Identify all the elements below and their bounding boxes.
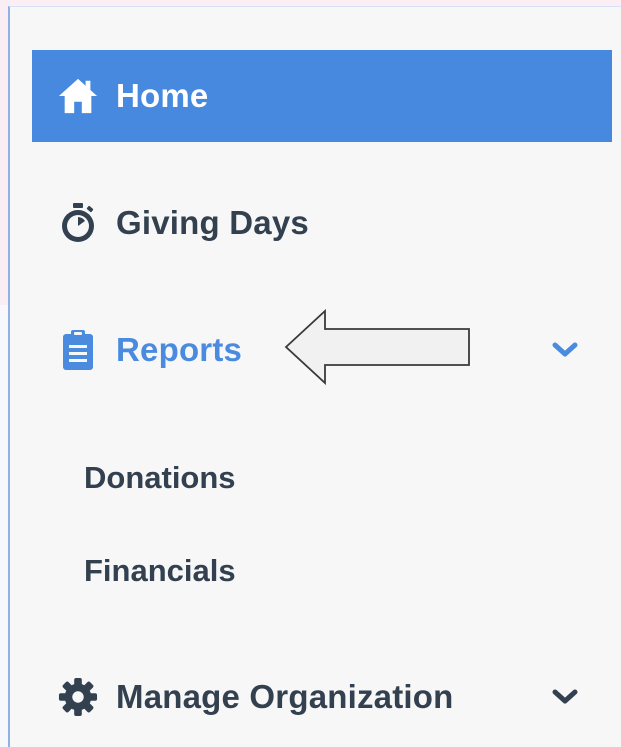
sidebar-subitem-donations[interactable]: Donations xyxy=(84,448,236,508)
home-icon xyxy=(58,76,98,116)
clipboard-icon xyxy=(58,330,98,370)
sidebar-item-label: Giving Days xyxy=(116,204,309,241)
sidebar-item-label: Reports xyxy=(116,331,243,368)
sidebar-item-label: Manage Organization xyxy=(116,678,454,715)
gear-icon xyxy=(58,677,98,717)
sidebar-item-manage-organization[interactable]: Manage Organization xyxy=(32,651,612,743)
sidebar-subitem-financials[interactable]: Financials xyxy=(84,541,236,601)
sidebar-item-giving-days[interactable]: Giving Days xyxy=(32,177,612,269)
sidebar-subitem-label: Financials xyxy=(84,553,236,588)
sidebar-subitem-label: Donations xyxy=(84,460,236,495)
sidebar-item-home[interactable]: Home xyxy=(32,50,612,142)
chevron-down-icon[interactable] xyxy=(550,685,580,709)
stopwatch-icon xyxy=(58,203,98,243)
sidebar-item-label: Home xyxy=(116,77,209,114)
chevron-down-icon[interactable] xyxy=(550,338,580,362)
pointer-arrow-icon xyxy=(284,309,470,385)
